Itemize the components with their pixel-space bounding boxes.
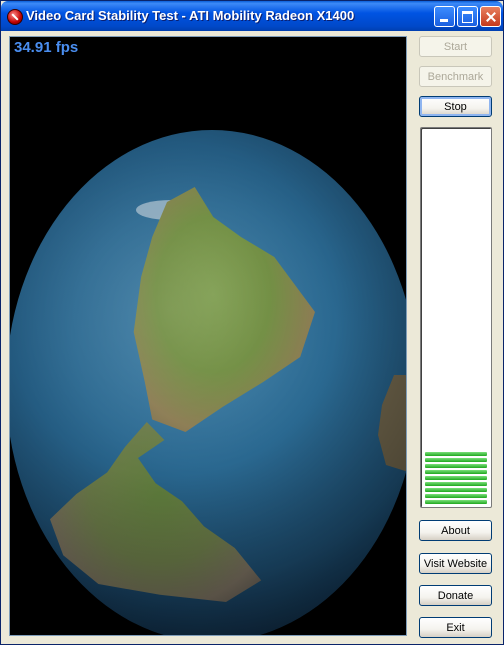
minimize-button[interactable]	[434, 6, 455, 27]
start-button[interactable]: Start	[419, 36, 492, 57]
app-window: Video Card Stability Test - ATI Mobility…	[0, 0, 504, 645]
load-meter-bar	[425, 488, 487, 492]
close-button[interactable]	[480, 6, 501, 27]
stop-button[interactable]: Stop	[419, 96, 492, 117]
load-meter-bar	[425, 452, 487, 456]
app-icon[interactable]	[7, 9, 23, 25]
load-meter-bar	[425, 476, 487, 480]
benchmark-button[interactable]: Benchmark	[419, 66, 492, 87]
load-meter-bar	[425, 470, 487, 474]
load-meter-bar	[425, 494, 487, 498]
earth-globe-image	[10, 130, 406, 635]
exit-button[interactable]: Exit	[419, 617, 492, 638]
load-meter	[420, 127, 492, 508]
control-panel: Start Benchmark Stop About Visit Website…	[412, 36, 499, 641]
render-viewport: 34.91 fps	[9, 36, 407, 636]
load-meter-bar	[425, 482, 487, 486]
load-meter-bar	[425, 500, 487, 504]
about-button[interactable]: About	[419, 520, 492, 541]
load-meter-bars	[425, 450, 487, 504]
window-title: Video Card Stability Test - ATI Mobility…	[26, 8, 355, 23]
fps-counter: 34.91 fps	[14, 39, 79, 56]
load-meter-bar	[425, 458, 487, 462]
maximize-button[interactable]	[457, 6, 478, 27]
load-meter-bar	[425, 464, 487, 468]
donate-button[interactable]: Donate	[419, 585, 492, 606]
title-bar[interactable]: Video Card Stability Test - ATI Mobility…	[1, 1, 503, 31]
visit-website-button[interactable]: Visit Website	[419, 553, 492, 574]
